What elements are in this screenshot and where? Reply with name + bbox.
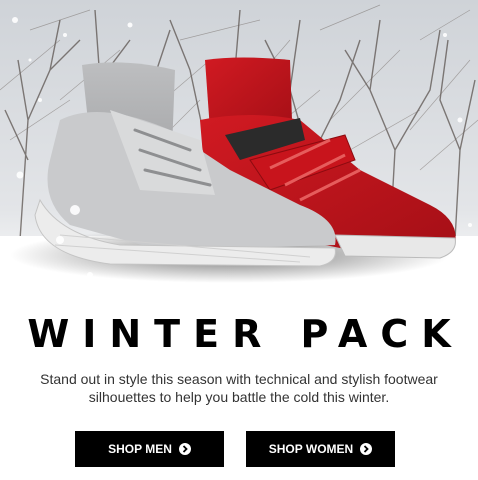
shop-women-button[interactable]: SHOP WOMEN	[246, 431, 395, 467]
shop-men-button[interactable]: SHOP MEN	[75, 431, 224, 467]
arrow-right-circle-icon	[178, 443, 191, 455]
shop-men-label: SHOP MEN	[108, 442, 172, 456]
shop-women-label: SHOP WOMEN	[268, 442, 354, 456]
arrow-right-circle-icon	[360, 443, 373, 455]
hero-banner	[0, 0, 478, 300]
page-title: WINTER PACK	[27, 312, 464, 356]
promo-description: Stand out in style this season with tech…	[40, 371, 438, 405]
winter-sneakers-hero-image	[0, 0, 478, 300]
